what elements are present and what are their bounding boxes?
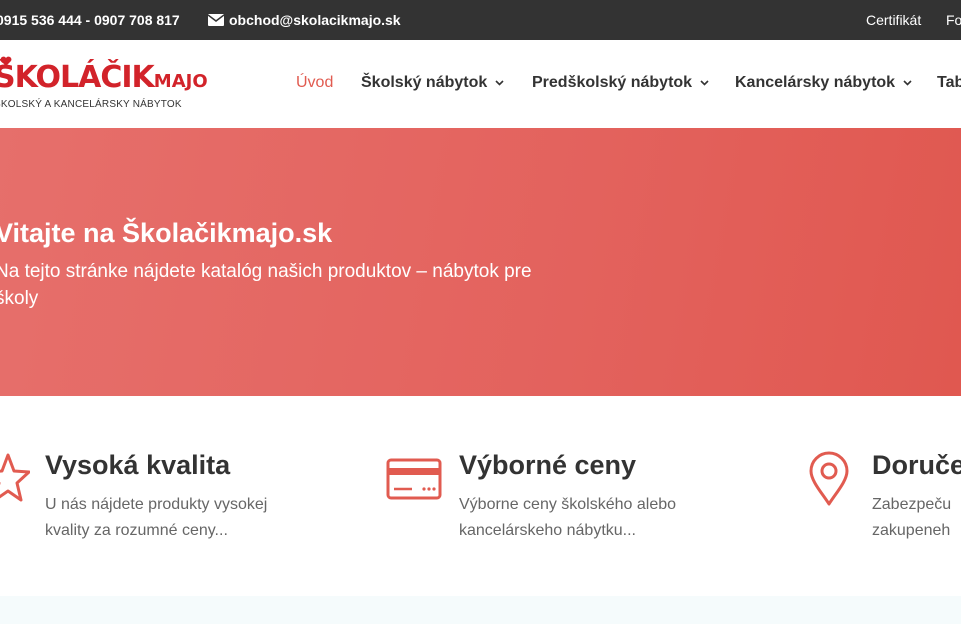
chevron-down-icon (903, 80, 912, 86)
feature-title: Doruče (872, 450, 961, 480)
nav-item-label: Úvod (296, 74, 334, 91)
nav-item-skolsky-nabytok[interactable]: Školský nábytok (361, 74, 504, 92)
certifikat-link[interactable]: Certifikát (866, 12, 921, 28)
location-pin-icon (809, 451, 849, 506)
nav-item-uvod[interactable]: Úvod (296, 74, 333, 92)
feature-text: Výborne ceny školského alebo kancelárske… (459, 496, 677, 539)
nav-item-label: Kancelársky nábytok (735, 74, 896, 91)
nav-item-tab[interactable]: Tab (937, 74, 961, 92)
nav-item-kancelarsky-nabytok[interactable]: Kancelársky nábytok (735, 74, 912, 92)
nav-item-label: Školský nábytok (361, 74, 488, 91)
email-link[interactable]: obchod@skolacikmajo.sk (208, 12, 401, 28)
hero-title: Vitajte na Školačikmajo.sk (0, 218, 333, 248)
site-header: ŠKOLÁČIKMAJO ŠKOLSKÝ A KANCELÁRSKY NÁBYT… (0, 40, 961, 129)
main-nav: Úvod Školský nábytok Predškolský nábytok… (0, 74, 961, 98)
top-bar: 0915 536 444 - 0907 708 817 obchod@skola… (0, 0, 961, 40)
nav-item-label: Tab (937, 74, 961, 91)
next-section-strip (0, 596, 961, 624)
nav-item-predskolsky-nabytok[interactable]: Predškolský nábytok (532, 74, 709, 92)
chevron-down-icon (495, 80, 504, 86)
hero-subtitle: Na tejto stránke nájdete katalóg našich … (0, 261, 532, 309)
feature-text: U nás nájdete produkty vysokej kvality z… (45, 496, 268, 539)
fo-link[interactable]: Fo (946, 12, 961, 28)
hero-banner: Vitajte na Školačikmajo.sk Na tejto strá… (0, 128, 961, 396)
email-text: obchod@skolacikmajo.sk (229, 12, 401, 28)
credit-card-icon (386, 458, 442, 500)
star-icon (0, 453, 30, 502)
logo-tagline: ŠKOLSKÝ A KANCELÁRSKY NÁBYTOK (0, 99, 182, 110)
feature-title: Výborné ceny (459, 450, 637, 480)
envelope-icon (208, 14, 224, 26)
feature-text: Zabezpeču zakupeneh (872, 496, 952, 539)
phone-numbers: 0915 536 444 - 0907 708 817 (0, 12, 180, 28)
nav-item-label: Predškolský nábytok (532, 74, 693, 91)
feature-title: Vysoká kvalita (45, 450, 231, 480)
chevron-down-icon (700, 80, 709, 86)
